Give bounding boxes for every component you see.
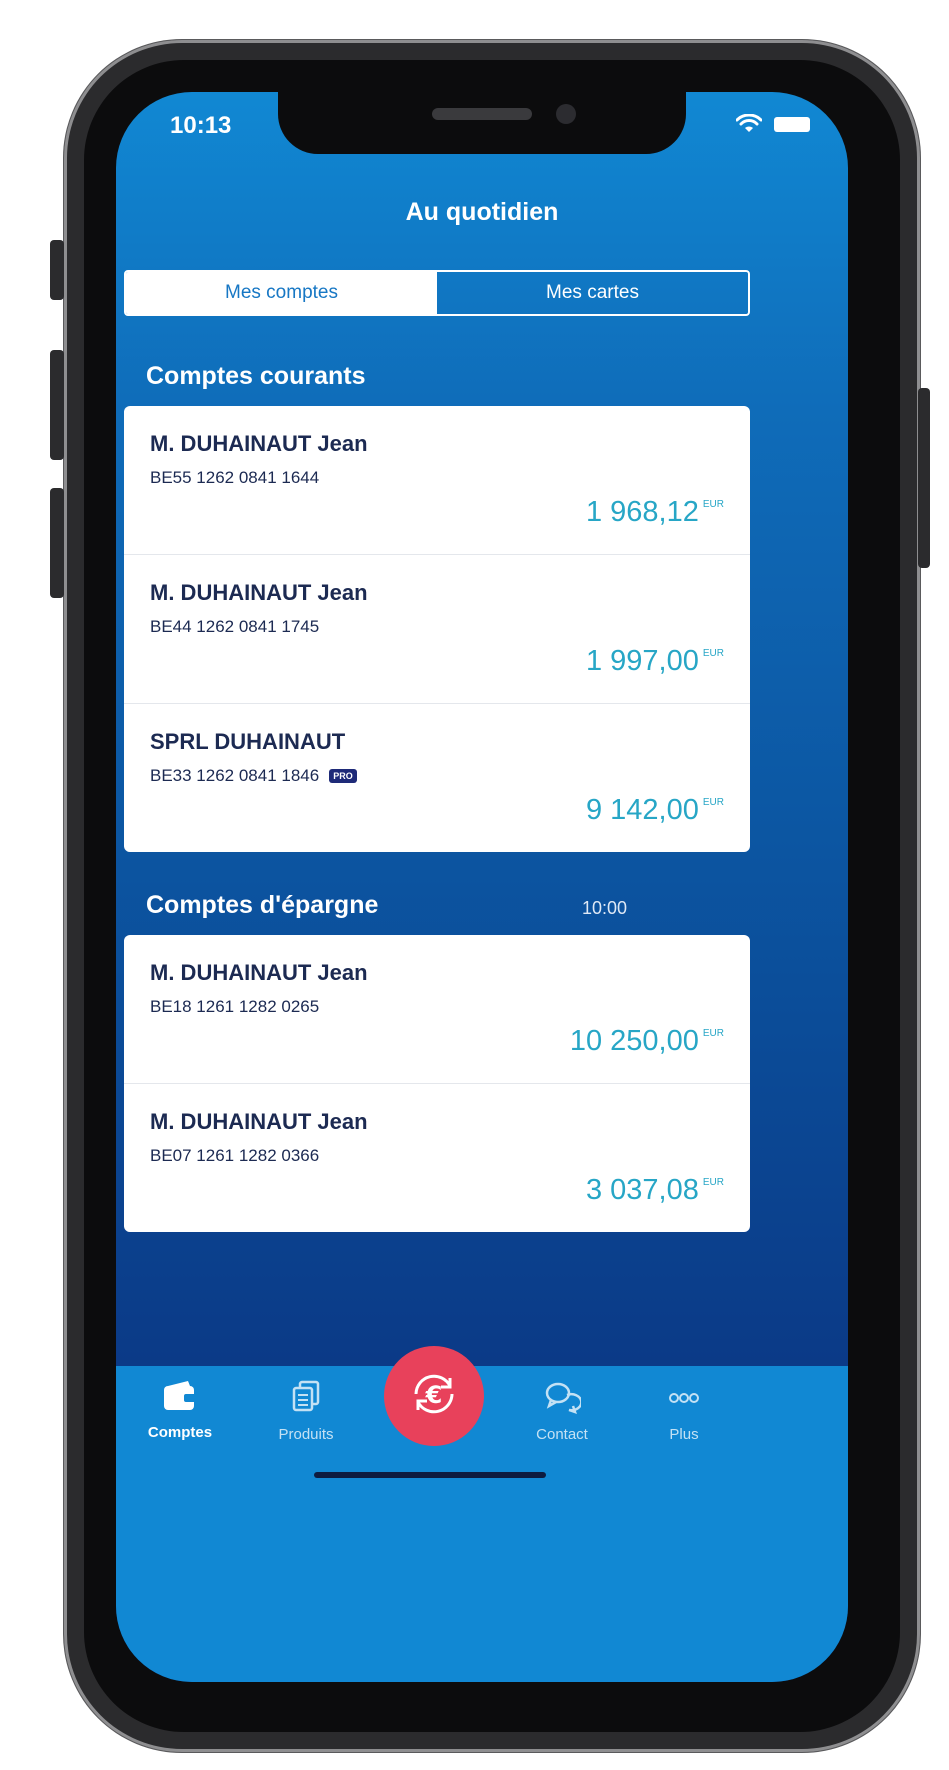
status-icons xyxy=(736,114,810,134)
tab-mes-cartes[interactable]: Mes cartes xyxy=(437,272,748,314)
more-dots-icon xyxy=(666,1380,702,1414)
volume-down-button xyxy=(50,488,64,598)
currency-label: EUR xyxy=(702,648,724,659)
account-row[interactable]: M. DUHAINAUT Jean BE18 1261 1282 0265 10… xyxy=(124,935,750,1084)
tab-label: Plus xyxy=(669,1426,699,1443)
tab-comptes[interactable]: Comptes xyxy=(120,1380,240,1441)
account-row[interactable]: M. DUHAINAUT Jean BE07 1261 1282 0366 3 … xyxy=(124,1084,750,1232)
account-iban: BE44 1262 0841 1745 xyxy=(150,617,319,637)
page-title: Au quotidien xyxy=(405,198,559,226)
euro-transfer-icon: € xyxy=(404,1364,464,1429)
mute-switch xyxy=(50,240,64,300)
iban-text: BE33 1262 0841 1846 xyxy=(150,766,320,785)
account-holder: SPRL DUHAINAUT xyxy=(150,729,346,754)
bottom-tab-bar: Comptes Produits € Contact Plus xyxy=(116,1346,848,1682)
account-row[interactable]: SPRL DUHAINAUT BE33 1262 0841 1846 PRO 9… xyxy=(124,704,750,852)
device-mockup: 10:13 Au quotidien Mes comptes Mes carte… xyxy=(0,0,949,1770)
svg-text:€: € xyxy=(425,1381,443,1409)
wallet-icon xyxy=(162,1380,198,1412)
account-holder: M. DUHAINAUT Jean xyxy=(150,960,368,985)
balance-value: 3 037,08 xyxy=(585,1174,699,1206)
status-time: 10:13 xyxy=(170,112,232,139)
account-iban: BE33 1262 0841 1846 PRO xyxy=(150,766,357,786)
camera xyxy=(556,104,576,124)
account-holder: M. DUHAINAUT Jean xyxy=(150,431,368,456)
account-row[interactable]: M. DUHAINAUT Jean BE55 1262 0841 1644 1 … xyxy=(124,406,750,555)
tab-label: Comptes xyxy=(147,1424,213,1441)
tab-produits[interactable]: Produits xyxy=(246,1380,366,1443)
section-title-comptes-epargne: Comptes d'épargne xyxy=(146,891,379,919)
tab-plus[interactable]: Plus xyxy=(624,1380,744,1443)
tab-label: Contact xyxy=(536,1426,588,1443)
tab-mes-comptes[interactable]: Mes comptes xyxy=(126,272,437,314)
tab-label: Produits xyxy=(278,1426,334,1443)
wifi-icon xyxy=(736,114,762,134)
balance-value: 10 250,00 xyxy=(569,1025,699,1057)
pro-badge: PRO xyxy=(329,769,357,783)
account-balance: 9 142,00 EUR xyxy=(586,794,724,827)
account-holder: M. DUHAINAUT Jean xyxy=(150,580,368,605)
stack-icon xyxy=(288,1380,324,1414)
balance-value: 1 968,12 xyxy=(585,496,699,528)
accounts-cards-toggle: Mes comptes Mes cartes xyxy=(124,270,750,316)
speaker-grille xyxy=(432,108,532,120)
currency-label: EUR xyxy=(702,1028,724,1039)
account-iban: BE55 1262 0841 1644 xyxy=(150,468,319,488)
currency-label: EUR xyxy=(702,499,724,510)
iban-text: BE18 1261 1282 0265 xyxy=(150,997,320,1016)
account-balance: 3 037,08 EUR xyxy=(586,1174,724,1207)
account-holder: M. DUHAINAUT Jean xyxy=(150,1109,368,1134)
account-balance: 1 968,12 EUR xyxy=(586,496,724,529)
balance-value: 9 142,00 xyxy=(585,794,699,826)
notch xyxy=(278,92,686,154)
transfer-button[interactable]: € xyxy=(384,1346,484,1446)
currency-label: EUR xyxy=(702,797,724,808)
section-time: 10:00 xyxy=(582,898,628,918)
tab-contact[interactable]: Contact xyxy=(502,1380,622,1443)
app-screen: 10:13 Au quotidien Mes comptes Mes carte… xyxy=(116,92,848,1682)
iban-text: BE44 1262 0841 1745 xyxy=(150,617,320,636)
currency-label: EUR xyxy=(702,1177,724,1188)
iban-text: BE07 1261 1282 0366 xyxy=(150,1146,320,1165)
home-indicator[interactable] xyxy=(314,1472,546,1478)
account-iban: BE18 1261 1282 0265 xyxy=(150,997,319,1017)
section-title-comptes-courants: Comptes courants xyxy=(146,362,366,390)
account-row[interactable]: M. DUHAINAUT Jean BE44 1262 0841 1745 1 … xyxy=(124,555,750,704)
power-button xyxy=(918,388,930,568)
comptes-epargne-list: M. DUHAINAUT Jean BE18 1261 1282 0265 10… xyxy=(124,935,750,1232)
battery-icon xyxy=(774,116,810,132)
volume-up-button xyxy=(50,350,64,460)
chat-bubbles-icon xyxy=(543,1380,581,1414)
iban-text: BE55 1262 0841 1644 xyxy=(150,468,320,487)
account-balance: 1 997,00 EUR xyxy=(586,645,724,678)
balance-value: 1 997,00 xyxy=(585,645,699,677)
comptes-courants-list: M. DUHAINAUT Jean BE55 1262 0841 1644 1 … xyxy=(124,406,750,852)
account-iban: BE07 1261 1282 0366 xyxy=(150,1146,319,1166)
account-balance: 10 250,00 EUR xyxy=(570,1025,724,1058)
